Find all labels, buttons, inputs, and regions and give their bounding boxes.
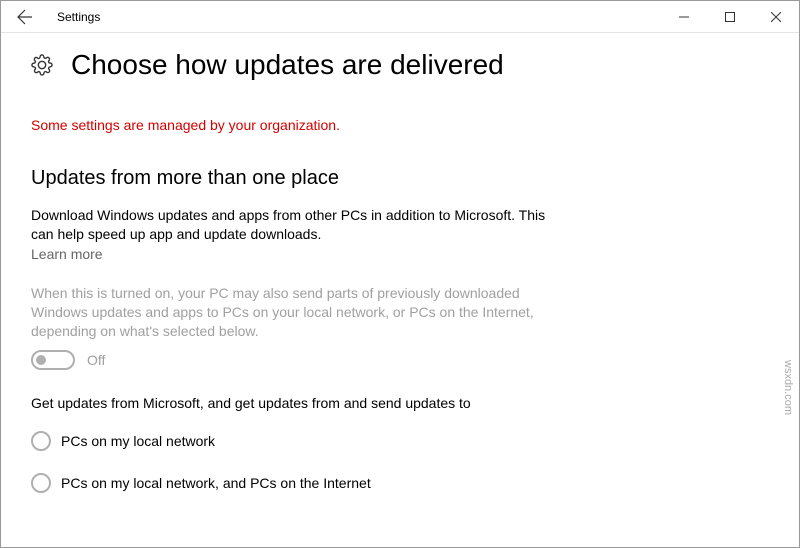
window-controls [661,1,799,33]
page-title: Choose how updates are delivered [71,49,504,81]
maximize-icon [725,12,735,22]
organization-notice: Some settings are managed by your organi… [31,117,769,133]
back-arrow-icon [17,9,33,25]
content-area: Choose how updates are delivered Some se… [1,33,799,535]
titlebar: Settings [1,1,799,33]
updates-toggle[interactable] [31,350,75,370]
toggle-knob-icon [36,355,46,365]
radio-label: PCs on my local network, and PCs on the … [61,475,371,491]
minimize-icon [679,12,689,22]
section-heading: Updates from more than one place [31,167,769,190]
sub-prompt-text: Get updates from Microsoft, and get upda… [31,394,551,413]
watermark: wsxdn.com [782,360,794,415]
radio-option-local[interactable]: PCs on my local network [31,431,769,451]
maximize-button[interactable] [707,1,753,33]
disabled-info-text: When this is turned on, your PC may also… [31,284,551,341]
minimize-button[interactable] [661,1,707,33]
toggle-row: Off [31,350,769,370]
radio-label: PCs on my local network [61,433,215,449]
section-description: Download Windows updates and apps from o… [31,206,551,244]
radio-icon [31,431,51,451]
toggle-state-label: Off [87,352,105,368]
radio-icon [31,473,51,493]
learn-more-link[interactable]: Learn more [31,246,103,262]
radio-option-internet[interactable]: PCs on my local network, and PCs on the … [31,473,769,493]
page-header: Choose how updates are delivered [31,49,769,81]
back-button[interactable] [1,1,49,33]
close-icon [771,12,781,22]
app-title: Settings [57,10,661,24]
close-button[interactable] [753,1,799,33]
gear-icon [31,54,53,76]
